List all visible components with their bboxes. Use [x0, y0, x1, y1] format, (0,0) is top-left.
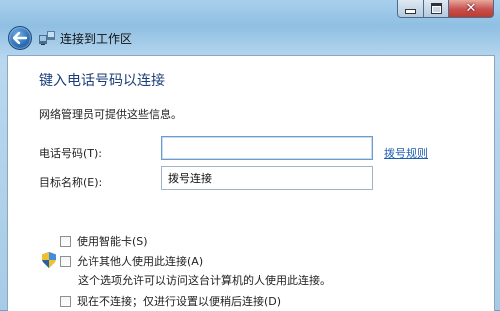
- maximize-button[interactable]: [424, 0, 449, 18]
- caption-buttons: ✕: [397, 0, 494, 18]
- maximize-icon: [430, 3, 442, 14]
- page-heading: 键入电话号码以连接: [39, 73, 165, 89]
- allow-others-hint: 这个选项允许可以访问这台计算机的人使用此连接。: [78, 274, 331, 287]
- allow-others-label: 允许其他人使用此连接(A): [77, 255, 204, 268]
- wizard-title: 连接到工作区: [60, 31, 133, 46]
- allow-others-checkbox[interactable]: [60, 255, 71, 267]
- connect-later-option[interactable]: 现在不连接；仅进行设置以便稍后连接(D): [60, 293, 281, 309]
- minimize-button[interactable]: [397, 0, 424, 18]
- back-arrow-icon: [13, 32, 27, 44]
- network-icon: [39, 31, 55, 45]
- destination-name-label: 目标名称(E):: [39, 176, 103, 189]
- dialing-rules-link[interactable]: 拨号规则: [384, 145, 428, 161]
- nav-bar: 连接到工作区: [8, 26, 132, 50]
- smart-card-checkbox[interactable]: [60, 235, 71, 247]
- connect-later-checkbox[interactable]: [60, 295, 71, 307]
- page-description: 网络管理员可提供这些信息。: [39, 108, 182, 121]
- uac-shield-icon: [42, 252, 56, 268]
- smart-card-label: 使用智能卡(S): [77, 235, 148, 248]
- dialog-window: ✕ 连接到工作区 键入电话号码以连接 网络管理员可提供这些信息。 电话号码(T)…: [0, 0, 500, 311]
- wizard-page: 键入电话号码以连接 网络管理员可提供这些信息。 电话号码(T): 拨号规则 目标…: [7, 55, 495, 311]
- close-icon: ✕: [465, 1, 477, 16]
- smart-card-option[interactable]: 使用智能卡(S): [60, 233, 148, 249]
- destination-name-input[interactable]: [161, 166, 373, 190]
- minimize-icon: [405, 8, 416, 14]
- phone-number-input[interactable]: [161, 136, 373, 160]
- close-button[interactable]: ✕: [449, 0, 494, 18]
- connect-later-label: 现在不连接；仅进行设置以便稍后连接(D): [77, 295, 282, 308]
- back-button[interactable]: [8, 26, 32, 50]
- phone-number-label: 电话号码(T):: [39, 147, 103, 160]
- allow-others-option[interactable]: 允许其他人使用此连接(A): [60, 253, 203, 269]
